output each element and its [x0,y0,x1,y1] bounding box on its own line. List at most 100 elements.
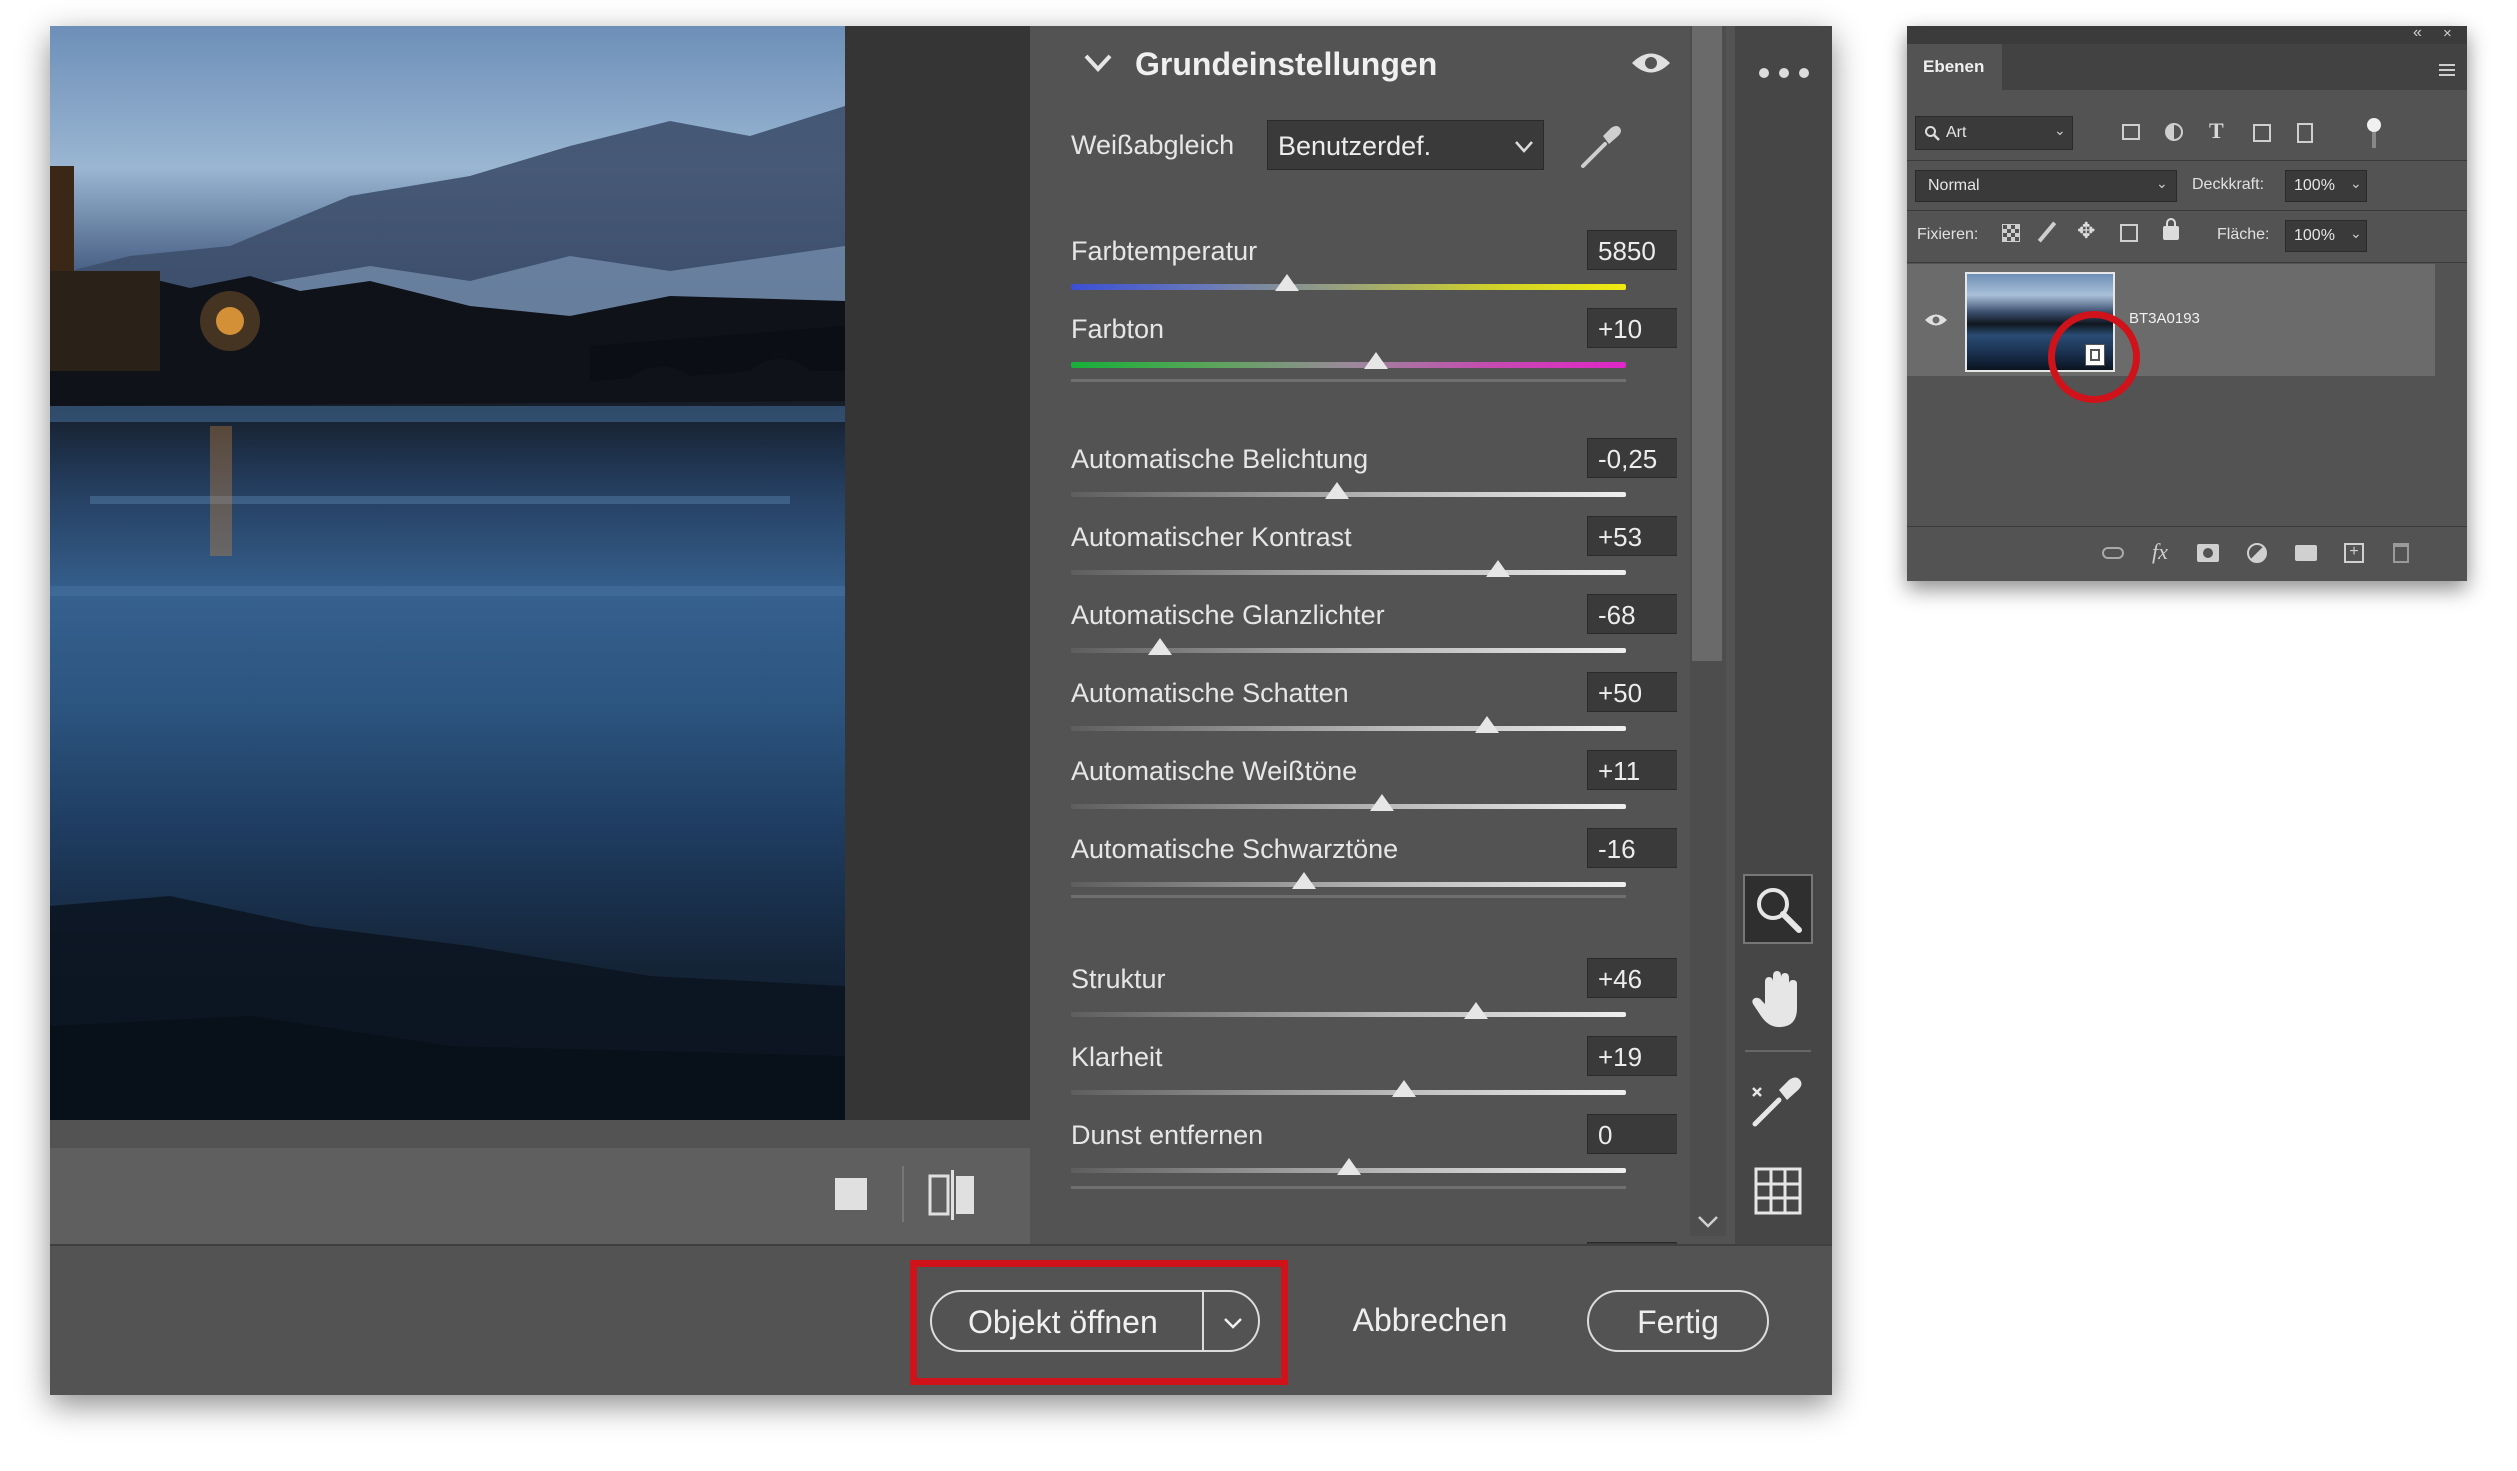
opacity-field[interactable]: 100% ⌄ [2285,170,2367,202]
slider-value-field[interactable]: +46 [1587,958,1677,998]
panel-menu-icon[interactable] [2439,64,2455,76]
panel-scrollbar-thumb[interactable] [1692,26,1722,661]
slider-track[interactable] [1071,1012,1626,1017]
row-divider [1907,160,2467,161]
opacity-label: Deckkraft: [2192,176,2265,193]
slider-thumb[interactable] [1275,274,1300,291]
filter-shape-icon[interactable] [2253,124,2271,142]
slider-track[interactable] [1071,570,1626,575]
layers-tab[interactable]: Ebenen [1907,44,2002,90]
blend-mode-dropdown[interactable]: Normal ⌄ [1915,170,2177,202]
white-balance-value: Benutzerdef. [1278,131,1432,161]
layer-filter-value: Art [1946,124,1967,141]
slider-thumb[interactable] [1292,872,1317,889]
fill-value: 100% [2294,227,2335,244]
close-icon[interactable]: × [2443,26,2452,42]
filter-toggle-icon[interactable] [2367,118,2381,132]
done-button[interactable]: Fertig [1587,1290,1769,1352]
link-layers-icon[interactable] [2102,547,2124,559]
filter-image-icon[interactable] [2122,124,2140,140]
photo-preview[interactable] [50,26,845,1120]
lock-position-icon[interactable]: ✥ [2077,220,2095,242]
hand-icon[interactable] [1751,970,1805,1030]
new-layer-icon[interactable]: + [2344,543,2364,563]
single-view-icon[interactable] [835,1178,867,1210]
slider-value-field[interactable]: +19 [1587,1036,1677,1076]
slider-value-field[interactable]: +10 [1587,308,1677,348]
slider-value-field[interactable]: -16 [1587,828,1677,868]
smart-object-highlight [2048,311,2140,403]
photo-landscape [50,106,845,1120]
slider-value-field[interactable]: +50 [1587,672,1677,712]
slider-track[interactable] [1071,284,1626,290]
eye-icon[interactable] [1924,312,1948,328]
slider-label: Farbton [1071,314,1165,344]
grid-icon[interactable] [1753,1166,1803,1216]
chevron-down-icon[interactable] [1083,52,1113,74]
white-balance-dropdown[interactable]: Benutzerdef. [1267,120,1544,170]
slider-track[interactable] [1071,726,1626,731]
lock-artboard-icon[interactable] [2120,224,2138,242]
slider-thumb[interactable] [1336,1158,1361,1175]
new-group-icon[interactable] [2295,545,2317,561]
slider-thumb[interactable] [1369,794,1394,811]
adjustment-layer-icon[interactable] [2247,543,2267,563]
slider-value-field[interactable]: -68 [1587,594,1677,634]
fill-field[interactable]: 100% ⌄ [2285,220,2367,252]
slider-label: Struktur [1071,964,1166,994]
lock-all-icon[interactable] [2163,226,2179,240]
slider-thumb[interactable] [1392,1080,1416,1097]
eye-icon[interactable] [1630,50,1672,76]
open-object-divider [1202,1292,1204,1350]
basic-settings-panel: Grundeinstellungen Weißabgleich Benutzer… [1035,26,1677,1244]
cancel-button[interactable]: Abbrechen [1330,1302,1530,1339]
row-divider [1907,210,2467,211]
zoom-tool-button[interactable] [1743,874,1813,944]
opacity-value: 100% [2294,177,2335,194]
slider-track[interactable] [1071,362,1626,368]
layer-filter-dropdown[interactable]: Art ⌄ [1915,116,2073,150]
chevron-down-icon [1515,141,1533,153]
slider-thumb[interactable] [1464,1002,1489,1019]
filter-adjustment-icon[interactable] [2165,123,2183,141]
slider-label: Farbtemperatur [1071,236,1258,266]
slider-thumb[interactable] [1475,716,1500,733]
collapse-icon[interactable]: « [2413,26,2422,42]
chevron-down-icon[interactable] [1222,1316,1244,1330]
before-after-icon[interactable] [928,1170,978,1220]
filter-smart-object-icon[interactable] [2297,123,2313,143]
slider-label: Automatische Belichtung [1071,444,1369,474]
slider-value-field[interactable]: -0,25 [1587,438,1677,478]
slider-track[interactable] [1071,882,1626,887]
layer-mask-icon[interactable] [2197,544,2219,562]
filter-text-icon[interactable]: T [2209,118,2224,144]
more-options-icon[interactable] [1759,66,1811,80]
open-object-button[interactable]: Objekt öffnen [930,1290,1260,1352]
layer-row[interactable]: BT3A0193 [1907,264,2435,376]
slider-value-field[interactable]: +53 [1587,516,1677,556]
search-icon [1925,126,1940,141]
slider-thumb[interactable] [1147,638,1172,655]
lock-label: Fixieren: [1917,226,1979,243]
preview-toolbar [50,1148,1030,1244]
slider-value-field[interactable]: +11 [1587,750,1677,790]
lock-transparency-icon[interactable] [2002,224,2020,242]
slider-thumb[interactable] [1325,482,1350,499]
slider-value-field[interactable]: 0 [1587,1114,1677,1154]
fx-icon[interactable]: fx [2152,539,2168,565]
eyedropper-tool-icon[interactable] [1749,1074,1805,1130]
lock-pixels-icon[interactable] [2037,221,2057,243]
slider-track[interactable] [1071,1090,1626,1095]
chevron-down-icon: ⌄ [2156,175,2168,191]
scroll-down-icon[interactable] [1696,1214,1720,1230]
slider-thumb[interactable] [1486,560,1511,577]
slider-thumb[interactable] [1364,352,1389,369]
delete-layer-icon[interactable] [2393,543,2409,563]
slider-value-field[interactable]: 5850 [1587,230,1677,270]
slider-track[interactable] [1071,804,1626,809]
layers-bottom-bar: fx + [1907,526,2467,581]
eyedropper-icon[interactable] [1575,122,1625,172]
dialog-footer: Objekt öffnen Abbrechen Fertig [50,1244,1832,1395]
layer-name[interactable]: BT3A0193 [2129,310,2200,327]
section-divider [1071,379,1626,382]
